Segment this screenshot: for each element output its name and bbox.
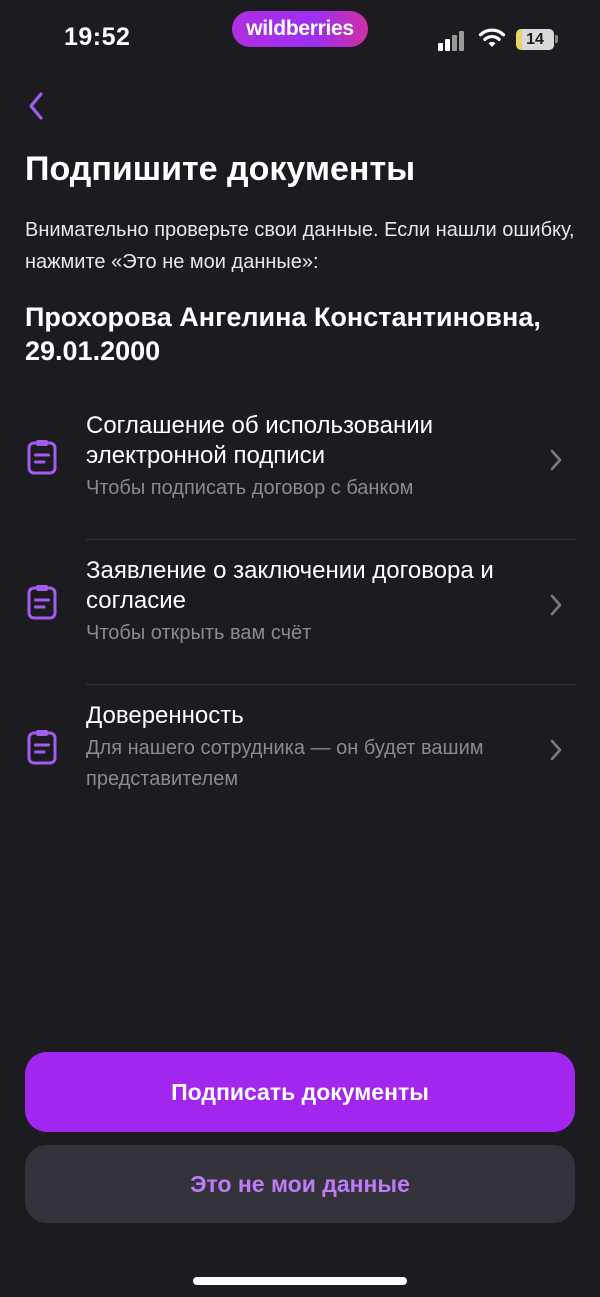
not-my-data-button[interactable]: Это не мои данные bbox=[25, 1145, 575, 1223]
document-title: Доверенность bbox=[86, 702, 244, 729]
document-description: Чтобы подписать договор с банком bbox=[86, 477, 414, 499]
document-title: Заявление о заключении договора и соглас… bbox=[86, 557, 494, 614]
battery-level: 14 bbox=[526, 30, 544, 48]
signal-icon bbox=[438, 29, 468, 51]
sign-documents-button[interactable]: Подписать документы bbox=[25, 1052, 575, 1132]
status-time: 19:52 bbox=[64, 23, 131, 51]
clipboard-icon bbox=[26, 583, 58, 626]
page-subtitle: Внимательно проверьте свои данные. Если … bbox=[25, 219, 575, 273]
document-title: Соглашение об использовании электронной … bbox=[86, 412, 434, 469]
brand-logo: wildberries bbox=[232, 11, 368, 47]
document-description: Чтобы открыть вам счёт bbox=[86, 622, 312, 644]
wifi-icon bbox=[478, 27, 506, 54]
back-button[interactable] bbox=[20, 88, 52, 124]
home-indicator[interactable] bbox=[193, 1277, 407, 1285]
chevron-right-icon bbox=[548, 593, 564, 622]
battery-icon: 14 bbox=[516, 29, 554, 50]
person-info: Прохорова Ангелина Константиновна, 29.01… bbox=[25, 300, 585, 368]
document-item-esign-agreement[interactable]: Соглашение об использовании электронной … bbox=[0, 395, 600, 540]
clipboard-icon bbox=[26, 438, 58, 481]
chevron-right-icon bbox=[548, 448, 564, 477]
status-bar: 19:52 wildberries 14 bbox=[0, 0, 600, 80]
battery-cap bbox=[555, 35, 558, 43]
page-title: Подпишите документы bbox=[25, 150, 416, 188]
person-name: Прохорова Ангелина Константиновна, bbox=[25, 302, 541, 332]
chevron-right-icon bbox=[548, 738, 564, 767]
documents-list: Соглашение об использовании электронной … bbox=[0, 395, 600, 830]
clipboard-icon bbox=[26, 728, 58, 771]
document-item-application-consent[interactable]: Заявление о заключении договора и соглас… bbox=[0, 540, 600, 685]
person-birth-date: 29.01.2000 bbox=[25, 336, 161, 366]
document-description: Для нашего сотрудника — он будет вашим п… bbox=[86, 737, 484, 790]
document-item-power-of-attorney[interactable]: Доверенность Для нашего сотрудника — он … bbox=[0, 685, 600, 830]
chevron-left-icon bbox=[29, 92, 43, 120]
